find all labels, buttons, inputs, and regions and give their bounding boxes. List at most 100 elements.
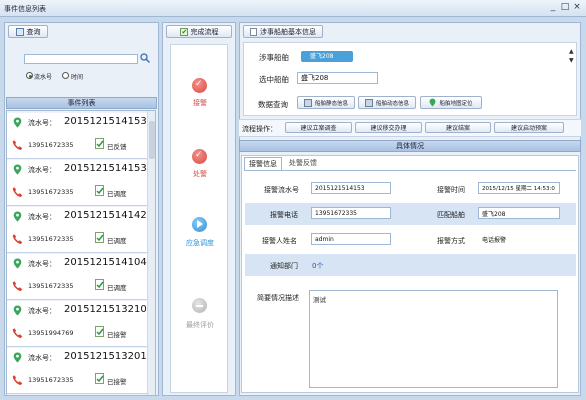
- radio-serial-label: 流水号: [34, 74, 53, 81]
- status-text: 已调度: [107, 237, 127, 245]
- serial-number: 2015121513201: [64, 351, 147, 362]
- ship-info-button[interactable]: 涉事船舶基本信息: [243, 25, 323, 38]
- ship-map-label: 船舶地图定位: [439, 100, 473, 107]
- status-text: 已调度: [107, 284, 127, 292]
- serial-number: 2015121514153: [64, 116, 147, 127]
- query-icon: [15, 27, 24, 36]
- serial-label: 流水号：: [28, 354, 56, 362]
- status-check-icon: [95, 326, 104, 337]
- alarm-phone-field[interactable]: [311, 207, 391, 219]
- ship-map-location-button[interactable]: 船舶地图定位: [420, 96, 482, 109]
- suggest-investigate-button[interactable]: 建议立案调查: [285, 122, 352, 133]
- map-pin-icon: [430, 98, 436, 107]
- status-check-icon: [95, 279, 104, 290]
- list-item[interactable]: 流水号： 2015121514153 13951672335 已调度: [7, 160, 149, 206]
- serial-label: 流水号：: [28, 260, 56, 268]
- radio-serial[interactable]: [26, 72, 33, 79]
- scroll-down-icon[interactable]: ▼: [569, 57, 574, 64]
- step-alarm-label: 接警: [193, 99, 207, 107]
- flow-steps: ✓ 接警 ✓ 处警 应急调度 最终评价: [170, 44, 228, 393]
- matched-ship-label: 匹配船舶: [437, 211, 465, 219]
- phone-number: 13951672335: [28, 376, 74, 384]
- ship-static-label: 船舶静态信息: [314, 100, 348, 107]
- complete-flow-label: 完成流程: [190, 27, 219, 36]
- status-text: 已调度: [107, 190, 127, 198]
- tab-alarm-info[interactable]: 接警信息: [244, 157, 282, 170]
- list-item[interactable]: 流水号： 2015121514142 13951672335 已调度: [7, 207, 149, 253]
- suggest-transfer-button[interactable]: 建议移交办理: [355, 122, 422, 133]
- serial-number: 2015121514142: [64, 210, 147, 221]
- location-pin-icon: [13, 211, 22, 222]
- location-pin-icon: [13, 352, 22, 363]
- matched-ship-field[interactable]: [478, 207, 560, 219]
- receiver-name-field[interactable]: [311, 233, 391, 245]
- list-item[interactable]: 流水号： 2015121514153 13951672335 已反馈: [7, 113, 149, 159]
- status-text: 已反馈: [107, 143, 127, 151]
- notify-dept-label: 通知部门: [270, 262, 298, 270]
- query-button[interactable]: 查询: [8, 25, 48, 38]
- radio-time[interactable]: [62, 72, 69, 79]
- search-input[interactable]: [24, 54, 138, 64]
- list-item[interactable]: 流水号： 2015121514104 13951672335 已调度: [7, 254, 149, 300]
- suggest-plan-button[interactable]: 建议启动预案: [494, 122, 564, 133]
- involved-ship-tag[interactable]: 盛飞208: [301, 51, 353, 62]
- step-evaluate-label: 最终评价: [186, 321, 214, 329]
- phone-number: 13951994769: [28, 329, 74, 337]
- list-item[interactable]: 流水号： 2015121513201 13951672335 已接警: [7, 348, 149, 394]
- list-scrollbar[interactable]: [147, 111, 155, 395]
- phone-icon: [12, 234, 23, 244]
- query-button-label: 查询: [26, 27, 41, 36]
- search-icon[interactable]: [140, 53, 150, 63]
- phone-number: 13951672335: [28, 235, 74, 243]
- serial-label: 流水号：: [28, 166, 56, 174]
- event-list-header: 事件列表: [6, 97, 157, 109]
- phone-number: 13951672335: [28, 141, 74, 149]
- step-dispatch-icon[interactable]: [192, 217, 207, 232]
- description-textarea[interactable]: 测试: [309, 290, 558, 388]
- receiver-name-label: 接警人姓名: [262, 237, 297, 245]
- complete-flow-button[interactable]: ✔ 完成流程: [166, 25, 232, 38]
- location-pin-icon: [13, 305, 22, 316]
- status-check-icon: [95, 232, 104, 243]
- status-check-icon: [95, 138, 104, 149]
- alarm-time-label: 接警时间: [437, 186, 465, 194]
- description-label: 简要情况描述: [257, 294, 299, 302]
- alarm-phone-label: 报警电话: [270, 211, 298, 219]
- step-dispatch-label: 应急调度: [186, 239, 214, 247]
- phone-icon: [12, 375, 23, 385]
- ship-info-label: 涉事船舶基本信息: [260, 27, 316, 36]
- detail-header: 具体情况: [239, 140, 581, 152]
- ship-dynamic-info-button[interactable]: 船舶动态信息: [358, 96, 416, 109]
- phone-number: 13951672335: [28, 188, 74, 196]
- document-icon: [250, 27, 257, 36]
- list-item[interactable]: 流水号： 2015121513210 13951994769 已接警: [7, 301, 149, 347]
- tab-divider: [244, 170, 576, 171]
- location-pin-icon: [13, 258, 22, 269]
- step-handle-label: 处警: [193, 170, 207, 178]
- close-button[interactable]: ×: [572, 2, 582, 12]
- maximize-button[interactable]: □: [560, 2, 570, 12]
- ship-dynamic-icon: [364, 98, 373, 107]
- minimize-button[interactable]: _: [548, 2, 558, 12]
- ship-static-icon: [303, 98, 312, 107]
- alarm-method-field[interactable]: [478, 233, 560, 245]
- ship-static-info-button[interactable]: 船舶静态信息: [297, 96, 355, 109]
- notify-dept-link[interactable]: 0个: [312, 261, 323, 271]
- scrollbar-thumb[interactable]: [149, 121, 155, 159]
- step-evaluate-icon[interactable]: [192, 298, 207, 313]
- serial-label: 流水号：: [28, 213, 56, 221]
- suggest-close-button[interactable]: 建议结案: [425, 122, 491, 133]
- alarm-time-field[interactable]: [478, 182, 560, 194]
- serial-label: 流水号：: [28, 119, 56, 127]
- tab-handle-feedback[interactable]: 处警反馈: [283, 157, 323, 170]
- step-handle-icon[interactable]: ✓: [192, 149, 207, 164]
- status-check-icon: [95, 373, 104, 384]
- status-text: 已接警: [107, 331, 127, 339]
- selected-ship-field[interactable]: [297, 72, 378, 84]
- phone-icon: [12, 140, 23, 150]
- selected-ship-label: 选中船舶: [259, 75, 289, 84]
- window-title: 事件信息列表: [4, 5, 46, 13]
- scroll-up-icon[interactable]: ▲: [569, 48, 574, 55]
- serial-field[interactable]: [311, 182, 391, 194]
- step-alarm-icon[interactable]: ✓: [192, 78, 207, 93]
